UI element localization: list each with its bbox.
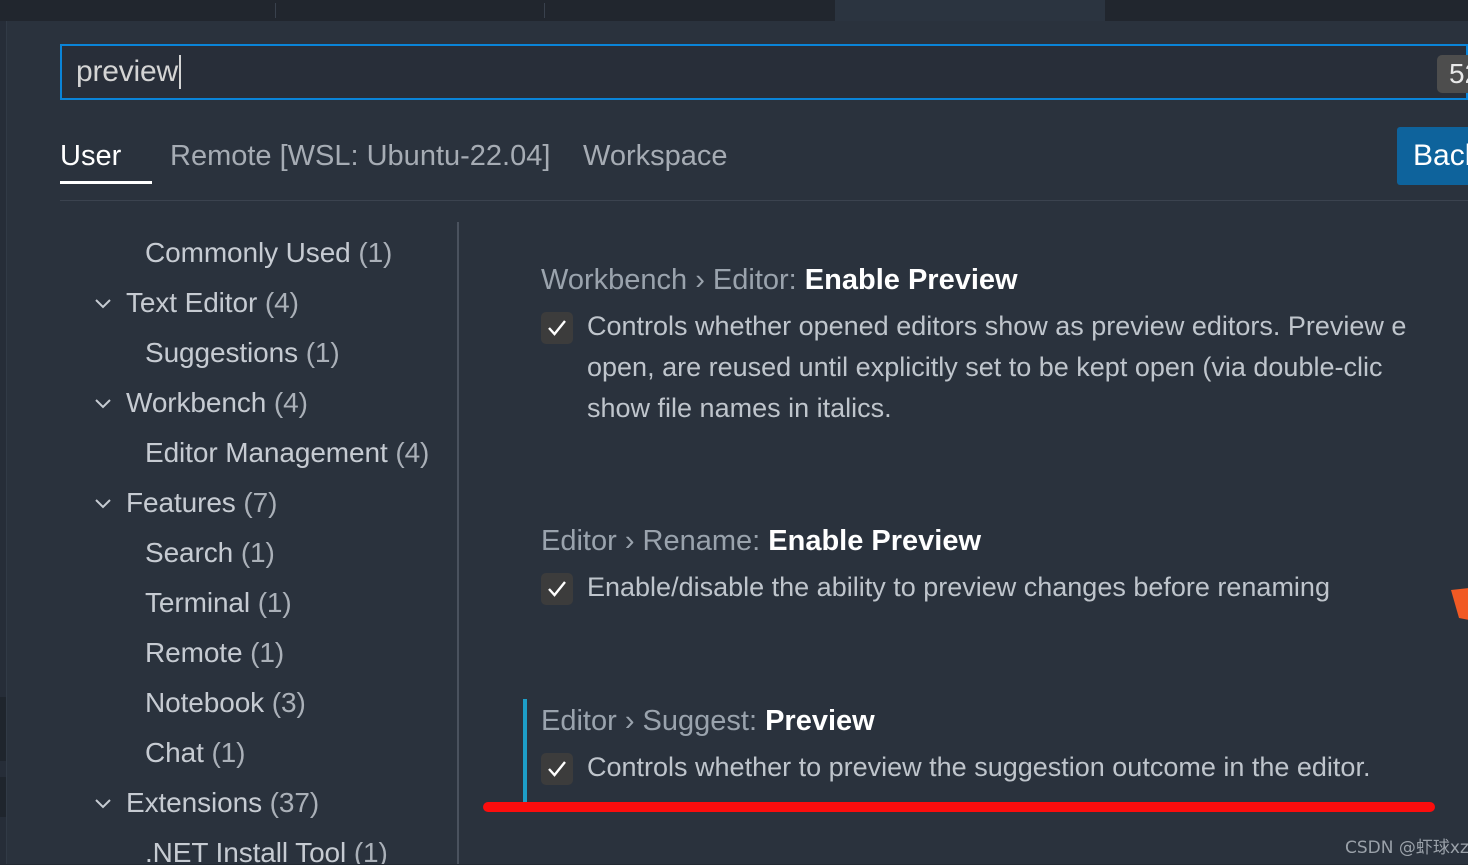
sidebar-item-workbench[interactable]: Workbench (4) — [60, 378, 457, 428]
editor-tab-5[interactable] — [1106, 0, 1468, 21]
sidebar-item-label: .NET Install Tool — [145, 837, 347, 865]
tab-remote[interactable]: Remote [WSL: Ubuntu-22.04] — [170, 128, 550, 184]
sidebar-item-count: (7) — [243, 487, 278, 518]
sidebar-item-editor-management[interactable]: Editor Management (4) — [60, 428, 457, 478]
sidebar-item-search[interactable]: Search (1) — [60, 528, 457, 578]
sidebar-item-count: (1) — [305, 337, 340, 368]
sidebar-item-label: Chat — [145, 737, 204, 768]
search-input[interactable]: preview — [62, 55, 181, 89]
setting-title-prefix: Workbench › Editor: — [541, 264, 805, 296]
check-icon — [548, 320, 566, 336]
sidebar-item-label: Extensions — [126, 787, 262, 818]
setting-title: Editor › Suggest: Preview — [541, 699, 1468, 743]
check-icon — [548, 761, 566, 777]
settings-search-box[interactable]: preview 52 — [60, 44, 1468, 100]
text-caret — [178, 55, 181, 89]
red-annotation-underline — [483, 802, 1435, 812]
sidebar-item-count: (37) — [269, 787, 320, 818]
setting-description: Enable/disable the ability to preview ch… — [587, 572, 1330, 602]
chevron-down-icon[interactable] — [92, 792, 114, 814]
sidebar-item-count: (3) — [271, 687, 306, 718]
settings-table-of-contents[interactable]: Commonly Used (1) Text Editor (4) Sugges… — [60, 228, 457, 865]
setting-checkbox[interactable] — [541, 573, 573, 605]
sidebar-content-divider[interactable] — [457, 222, 459, 865]
sidebar-item-label: Commonly Used — [145, 237, 351, 268]
setting-row-workbench-editor-enable-preview[interactable]: Workbench › Editor: Enable Preview Contr… — [483, 258, 1468, 429]
editor-tab-strip — [0, 0, 1468, 21]
sidebar-item-dotnet-install-tool[interactable]: .NET Install Tool (1) — [60, 828, 457, 865]
active-tab-underline — [60, 181, 152, 184]
sidebar-item-label: Features — [126, 487, 236, 518]
setting-title: Editor › Rename: Enable Preview — [541, 519, 1468, 563]
sidebar-item-label: Workbench — [126, 387, 267, 418]
sidebar-item-notebook[interactable]: Notebook (3) — [60, 678, 457, 728]
tabs-bottom-border — [60, 200, 1468, 201]
orange-cursor-annotation-icon — [1449, 588, 1468, 620]
sidebar-item-count: (4) — [395, 437, 430, 468]
back-button-label: Back — [1413, 139, 1468, 172]
sidebar-item-label: Remote — [145, 637, 243, 668]
sidebar-item-text-editor[interactable]: Text Editor (4) — [60, 278, 457, 328]
tab-workspace[interactable]: Workspace — [583, 128, 728, 184]
setting-title-key: Enable Preview — [768, 525, 982, 557]
sidebar-gutter — [6, 21, 7, 865]
sidebar-item-chat[interactable]: Chat (1) — [60, 728, 457, 778]
setting-title-prefix: Editor › Suggest: — [541, 705, 766, 737]
sidebar-item-count: (1) — [211, 737, 246, 768]
editor-tab-1[interactable] — [0, 0, 275, 21]
setting-description: Controls whether to preview the suggesti… — [587, 752, 1371, 782]
editor-tab-active[interactable] — [835, 0, 1105, 21]
chevron-down-icon[interactable] — [92, 492, 114, 514]
sidebar-item-terminal[interactable]: Terminal (1) — [60, 578, 457, 628]
chevron-down-icon[interactable] — [92, 392, 114, 414]
setting-row-editor-suggest-preview[interactable]: Editor › Suggest: Preview Controls wheth… — [483, 699, 1468, 811]
sidebar-item-label: Terminal — [145, 587, 251, 618]
setting-title-key: Enable Preview — [804, 264, 1018, 296]
sidebar-item-remote[interactable]: Remote (1) — [60, 628, 457, 678]
sidebar-item-features[interactable]: Features (7) — [60, 478, 457, 528]
tab-user-label: User — [60, 140, 122, 172]
sidebar-item-count: (1) — [250, 637, 285, 668]
sidebar-item-count: (1) — [358, 237, 393, 268]
setting-title-key: Preview — [765, 705, 875, 737]
settings-scope-tabs: User Remote [WSL: Ubuntu-22.04] Workspac… — [60, 128, 1468, 200]
sidebar-item-suggestions[interactable]: Suggestions (1) — [60, 328, 457, 378]
sidebar-item-label: Suggestions — [145, 337, 299, 368]
sidebar-item-extensions[interactable]: Extensions (37) — [60, 778, 457, 828]
search-result-count-badge: 52 — [1437, 55, 1468, 93]
sidebar-item-label: Notebook — [145, 687, 265, 718]
chevron-down-icon[interactable] — [92, 292, 114, 314]
check-icon — [548, 581, 566, 597]
setting-row-editor-rename-enable-preview[interactable]: Editor › Rename: Enable Preview Enable/d… — [483, 519, 1468, 608]
settings-editor-window: preview 52 User Remote [WSL: Ubuntu-22.0… — [0, 0, 1468, 865]
setting-body: Enable/disable the ability to preview ch… — [541, 567, 1468, 608]
sidebar-item-label: Text Editor — [126, 287, 258, 318]
editor-tab-3[interactable] — [545, 0, 834, 21]
sidebar-item-count: (4) — [273, 387, 308, 418]
search-input-value: preview — [76, 55, 178, 88]
tab-user[interactable]: User — [60, 128, 152, 184]
tab-workspace-label: Workspace — [583, 140, 728, 172]
setting-title-prefix: Editor › Rename: — [541, 525, 769, 557]
back-button[interactable]: Back — [1397, 127, 1468, 185]
sidebar-item-label: Search — [145, 537, 234, 568]
search-result-count: 52 — [1449, 58, 1468, 89]
sidebar-item-commonly-used[interactable]: Commonly Used (1) — [60, 228, 457, 278]
setting-modified-indicator — [523, 699, 527, 811]
setting-checkbox[interactable] — [541, 312, 573, 344]
setting-title: Workbench › Editor: Enable Preview — [541, 258, 1468, 302]
sidebar-item-count: (1) — [257, 587, 292, 618]
watermark: CSDN @虾球xz — [1345, 838, 1468, 858]
setting-checkbox[interactable] — [541, 753, 573, 785]
setting-description: Controls whether opened editors show as … — [587, 311, 1407, 423]
sidebar-item-count: (1) — [240, 537, 275, 568]
settings-list: Workbench › Editor: Enable Preview Contr… — [483, 228, 1468, 865]
sidebar-item-label: Editor Management — [145, 437, 388, 468]
editor-tab-2[interactable] — [276, 0, 544, 21]
setting-body: Controls whether to preview the suggesti… — [541, 747, 1468, 788]
sidebar-item-count: (1) — [353, 837, 388, 865]
sidebar-item-count: (4) — [264, 287, 299, 318]
setting-body: Controls whether opened editors show as … — [541, 306, 1468, 429]
tab-remote-label: Remote [WSL: Ubuntu-22.04] — [170, 140, 551, 172]
